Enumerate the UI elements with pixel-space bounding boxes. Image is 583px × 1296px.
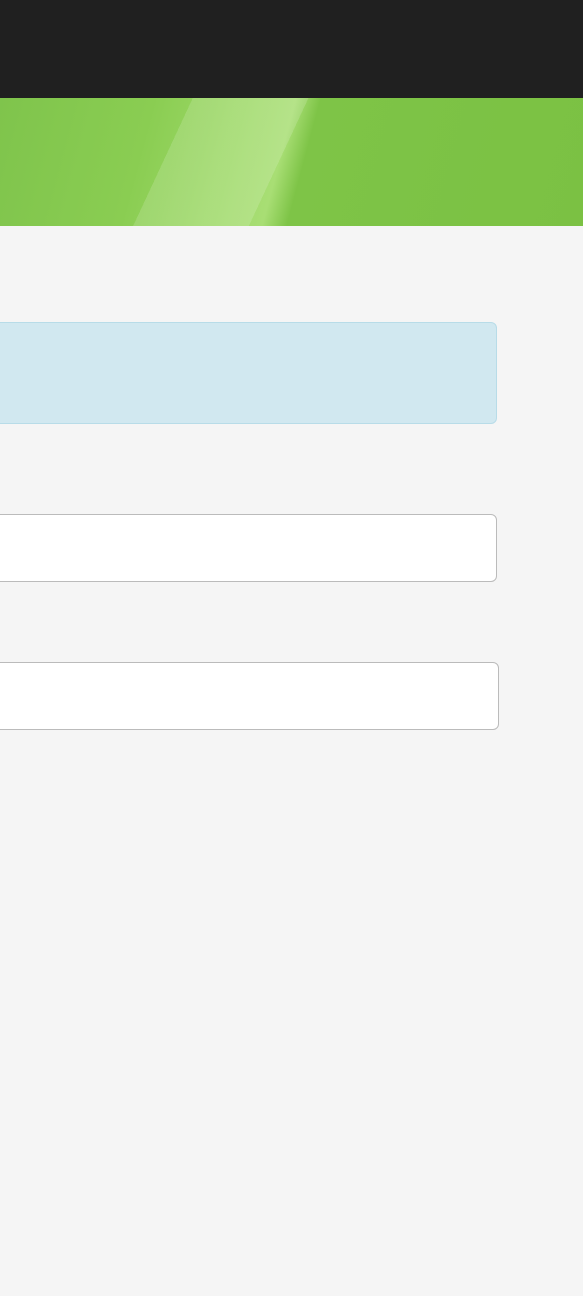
banner	[0, 98, 583, 226]
info-message-box	[0, 322, 497, 424]
text-input-2[interactable]	[0, 662, 499, 730]
text-input-1[interactable]	[0, 514, 497, 582]
header-bar	[0, 0, 583, 98]
content-area	[0, 322, 583, 730]
